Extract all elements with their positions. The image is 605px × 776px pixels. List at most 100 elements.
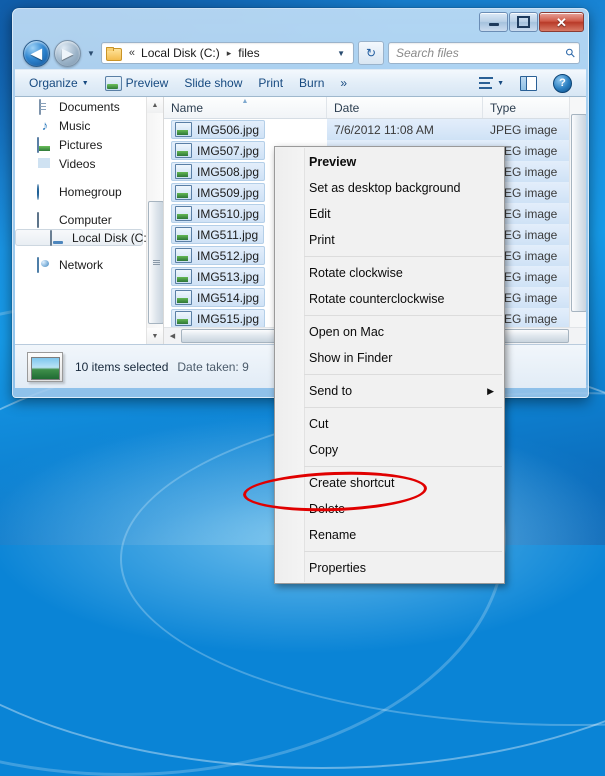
menu-item-label: Rotate counterclockwise bbox=[309, 292, 445, 306]
menu-item-cut[interactable]: Cut bbox=[275, 411, 504, 437]
refresh-button[interactable]: ↻ bbox=[358, 41, 384, 65]
file-name-chip[interactable]: IMG512.jpg bbox=[171, 246, 266, 265]
menu-item-show-in-finder[interactable]: Show in Finder bbox=[275, 345, 504, 371]
sidebar-item-pictures[interactable]: Pictures bbox=[15, 135, 163, 154]
nav-scrollbar-thumb[interactable] bbox=[148, 201, 163, 324]
file-list-scrollbar-thumb[interactable] bbox=[571, 114, 586, 312]
search-input[interactable]: Search files bbox=[396, 46, 566, 60]
homegroup-icon bbox=[37, 183, 53, 200]
sort-ascending-icon: ▲ bbox=[241, 98, 249, 105]
file-name-chip[interactable]: IMG508.jpg bbox=[171, 162, 266, 181]
music-icon: ♪ bbox=[41, 117, 49, 133]
preview-icon bbox=[104, 75, 122, 91]
menu-item-print[interactable]: Print bbox=[275, 227, 504, 253]
file-name-label: IMG508.jpg bbox=[197, 164, 260, 179]
forward-button[interactable]: ▶ bbox=[54, 39, 81, 67]
menu-item-rotate-counterclockwise[interactable]: Rotate counterclockwise bbox=[275, 286, 504, 312]
sidebar-item-label: Computer bbox=[59, 212, 112, 227]
context-menu[interactable]: Preview Set as desktop background Edit Prin… bbox=[274, 146, 505, 584]
sidebar-item-label: Network bbox=[59, 257, 104, 272]
computer-icon bbox=[37, 211, 53, 228]
column-header-name[interactable]: ▲ Name bbox=[164, 97, 327, 118]
address-bar[interactable]: « Local Disk (C:) ▸ files ▼ bbox=[100, 42, 354, 64]
nav-scroll-up-button[interactable]: ▲ bbox=[147, 97, 163, 113]
sidebar-item-computer[interactable]: Computer bbox=[15, 210, 163, 229]
table-row[interactable]: IMG506.jpg 7/6/2012 11:08 AM JPEG image bbox=[164, 119, 586, 140]
submenu-arrow-icon: ▶ bbox=[487, 385, 494, 396]
menu-item-open-on-mac[interactable]: Open on Mac bbox=[275, 319, 504, 345]
hscroll-left-button[interactable]: ◀ bbox=[164, 328, 181, 344]
back-button[interactable]: ◀ bbox=[23, 39, 50, 67]
sidebar-item-local-disk[interactable]: Local Disk (C:) bbox=[15, 229, 151, 246]
file-name-chip[interactable]: IMG510.jpg bbox=[171, 204, 266, 223]
nav-gap bbox=[15, 246, 163, 255]
maximize-button[interactable] bbox=[509, 12, 538, 32]
menu-item-label: Edit bbox=[309, 207, 331, 221]
breadcrumb-local-disk[interactable]: Local Disk (C:) bbox=[139, 45, 222, 61]
breadcrumb-files[interactable]: files bbox=[236, 45, 261, 61]
sidebar-item-network[interactable]: Network bbox=[15, 255, 163, 274]
items-selected-label: 10 items selected bbox=[75, 359, 169, 374]
nav-gap bbox=[15, 201, 163, 210]
file-name-chip[interactable]: IMG514.jpg bbox=[171, 288, 266, 307]
file-name-label: IMG507.jpg bbox=[197, 143, 260, 158]
address-dropdown-icon[interactable]: ▼ bbox=[331, 49, 351, 58]
menu-item-set-as-desktop-background[interactable]: Set as desktop background bbox=[275, 175, 504, 201]
file-name-chip[interactable]: IMG509.jpg bbox=[171, 183, 266, 202]
file-name-label: IMG509.jpg bbox=[197, 185, 260, 200]
preview-button[interactable]: Preview bbox=[97, 73, 177, 94]
menu-item-properties[interactable]: Properties bbox=[275, 555, 504, 581]
minimize-button[interactable] bbox=[479, 12, 508, 32]
title-bar[interactable]: ✕ bbox=[13, 9, 588, 37]
help-button[interactable]: ? bbox=[545, 71, 580, 96]
menu-item-label: Copy bbox=[309, 443, 339, 457]
menu-item-copy[interactable]: Copy bbox=[275, 437, 504, 463]
menu-item-preview[interactable]: Preview bbox=[275, 149, 504, 175]
menu-item-rename[interactable]: Rename bbox=[275, 522, 504, 548]
window-controls: ✕ bbox=[479, 12, 584, 32]
videos-icon bbox=[37, 157, 53, 171]
breadcrumb-overflow[interactable]: « bbox=[125, 47, 139, 59]
back-arrow-icon: ◀ bbox=[31, 45, 42, 61]
menu-item-edit[interactable]: Edit bbox=[275, 201, 504, 227]
sidebar-item-homegroup[interactable]: Homegroup bbox=[15, 182, 163, 201]
file-name-label: IMG514.jpg bbox=[197, 290, 260, 305]
local-disk-icon bbox=[50, 229, 66, 246]
file-name-chip[interactable]: IMG515.jpg bbox=[171, 309, 266, 328]
show-preview-pane-button[interactable] bbox=[512, 73, 545, 94]
sidebar-item-videos[interactable]: Videos bbox=[15, 154, 163, 173]
nav-scroll-down-button[interactable]: ▼ bbox=[147, 328, 163, 344]
menu-item-label: Set as desktop background bbox=[309, 181, 461, 195]
column-header-date[interactable]: Date bbox=[327, 97, 483, 118]
file-list-scrollbar[interactable] bbox=[569, 97, 586, 344]
jpeg-image-icon bbox=[175, 269, 192, 284]
sidebar-item-documents[interactable]: Documents bbox=[15, 97, 163, 116]
organize-button[interactable]: Organize ▼ bbox=[21, 73, 97, 93]
burn-button[interactable]: Burn bbox=[291, 73, 332, 93]
column-header-label: Type bbox=[490, 100, 517, 115]
file-name-chip[interactable]: IMG511.jpg bbox=[171, 225, 265, 244]
sidebar-item-music[interactable]: ♪ Music bbox=[15, 116, 163, 135]
print-button[interactable]: Print bbox=[250, 73, 291, 93]
file-name-chip[interactable]: IMG507.jpg bbox=[171, 141, 266, 160]
date-taken-label: Date taken: 9 bbox=[177, 359, 249, 374]
recent-pages-button[interactable]: ▼ bbox=[85, 49, 97, 58]
sidebar-item-label: Local Disk (C:) bbox=[72, 230, 151, 245]
jpeg-image-icon bbox=[175, 248, 192, 263]
close-button[interactable]: ✕ bbox=[539, 12, 584, 32]
change-view-button[interactable]: ▼ bbox=[471, 74, 512, 92]
menu-item-send-to[interactable]: Send to ▶ bbox=[275, 378, 504, 404]
search-box[interactable]: Search files ⚲ bbox=[388, 42, 580, 64]
file-name-chip[interactable]: IMG513.jpg bbox=[171, 267, 266, 286]
nav-pane-scrollbar[interactable]: ▲ ▼ bbox=[146, 97, 163, 344]
file-name-cell[interactable]: IMG506.jpg bbox=[164, 120, 327, 139]
toolbar-overflow-button[interactable]: » bbox=[332, 73, 355, 93]
slideshow-button[interactable]: Slide show bbox=[176, 73, 250, 93]
file-date-cell: 7/6/2012 11:08 AM bbox=[327, 119, 483, 140]
file-name-chip[interactable]: IMG506.jpg bbox=[171, 120, 266, 139]
file-name-label: IMG510.jpg bbox=[197, 206, 260, 221]
maximize-icon bbox=[517, 16, 530, 28]
menu-separator bbox=[304, 407, 502, 408]
menu-item-rotate-clockwise[interactable]: Rotate clockwise bbox=[275, 260, 504, 286]
breadcrumb-chevron-icon[interactable]: ▸ bbox=[222, 48, 237, 59]
